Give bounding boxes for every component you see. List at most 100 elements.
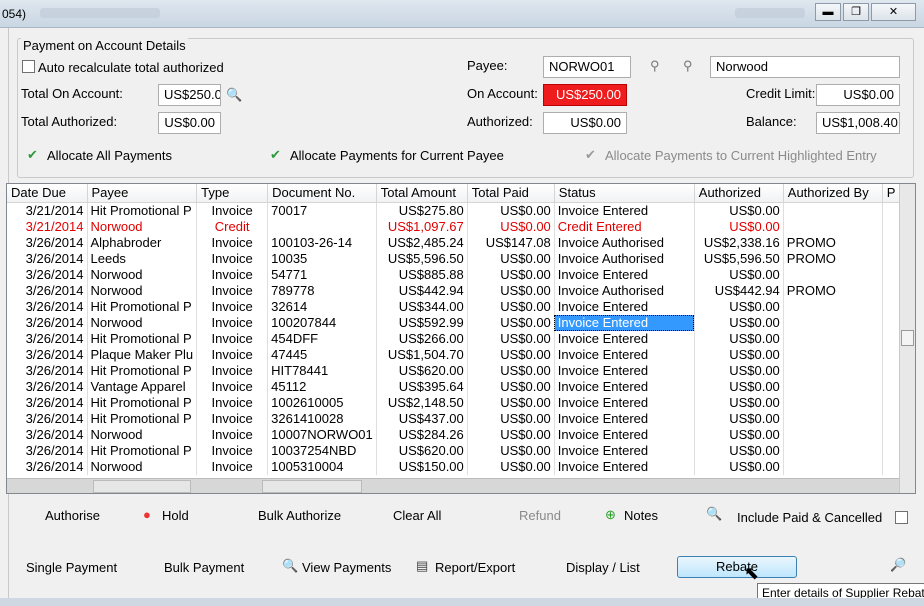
table-cell[interactable]: Invoice — [196, 314, 269, 331]
table-cell[interactable]: 32614 — [267, 298, 377, 315]
table-cell[interactable]: Norwood — [87, 282, 198, 299]
table-cell[interactable]: Alphabroder — [87, 234, 198, 251]
table-cell[interactable]: Invoice Entered — [554, 458, 695, 475]
table-cell[interactable]: US$442.94 — [694, 282, 784, 299]
include-paid-checkbox[interactable] — [895, 511, 908, 524]
table-cell[interactable]: US$147.08 — [467, 234, 555, 251]
table-cell[interactable]: US$1,504.70 — [376, 346, 468, 363]
table-cell[interactable]: PROMO — [783, 234, 883, 251]
column-header[interactable]: Document No. — [267, 184, 377, 203]
table-cell[interactable]: 1005310004 — [267, 458, 377, 475]
table-cell[interactable]: US$266.00 — [376, 330, 468, 347]
table-cell[interactable]: Hit Promotional P — [87, 202, 198, 219]
column-header[interactable]: Payee — [87, 184, 198, 203]
table-cell[interactable]: PROMO — [783, 250, 883, 267]
table-cell[interactable]: US$0.00 — [694, 394, 784, 411]
table-cell[interactable] — [783, 218, 883, 235]
table-cell[interactable]: 3/26/2014 — [7, 346, 88, 363]
vertical-scrollbar[interactable] — [899, 184, 915, 493]
bulk-authorize-button[interactable]: Bulk Authorize — [258, 508, 341, 523]
total-authorized-field[interactable]: US$0.00 — [158, 112, 221, 134]
table-cell[interactable]: Invoice — [196, 298, 269, 315]
table-cell[interactable]: Invoice — [196, 426, 269, 443]
table-cell[interactable] — [783, 362, 883, 379]
table-cell[interactable]: US$275.80 — [376, 202, 468, 219]
auto-recalc-checkbox[interactable] — [22, 60, 35, 73]
table-cell[interactable]: Norwood — [87, 218, 198, 235]
table-cell[interactable]: 3/26/2014 — [7, 426, 88, 443]
table-cell[interactable]: US$592.99 — [376, 314, 468, 331]
table-cell[interactable]: US$0.00 — [467, 346, 555, 363]
column-header[interactable]: Total Paid — [467, 184, 555, 203]
table-cell[interactable]: Credit Entered — [554, 218, 695, 235]
table-cell[interactable]: Hit Promotional P — [87, 410, 198, 427]
payee-code-field[interactable]: NORWO01 — [543, 56, 631, 78]
table-cell[interactable]: Invoice — [196, 250, 269, 267]
table-cell[interactable]: US$2,338.16 — [694, 234, 784, 251]
table-cell[interactable]: US$0.00 — [467, 378, 555, 395]
table-cell[interactable] — [267, 218, 377, 235]
invoice-grid[interactable]: Date Due Payee Type Document No. Total Amoun… — [6, 183, 916, 494]
table-cell[interactable]: US$0.00 — [694, 458, 784, 475]
table-cell[interactable]: Invoice Entered — [554, 314, 695, 331]
table-cell[interactable]: US$0.00 — [694, 362, 784, 379]
payee-search-icon[interactable]: ⚲ — [650, 59, 660, 73]
table-cell[interactable]: US$620.00 — [376, 442, 468, 459]
table-row[interactable]: 3/26/2014 Norwood Invoice 54771 US$885.88 US$… — [7, 266, 905, 283]
table-row[interactable]: 3/26/2014 Norwood Invoice 789778 US$442.94 US… — [7, 282, 905, 299]
view-payments-button[interactable]: View Payments — [302, 560, 391, 575]
table-cell[interactable]: Hit Promotional P — [87, 394, 198, 411]
table-cell[interactable]: US$284.26 — [376, 426, 468, 443]
table-cell[interactable]: US$0.00 — [467, 330, 555, 347]
table-cell[interactable]: Leeds — [87, 250, 198, 267]
payee-column-scrollbar[interactable] — [93, 480, 191, 493]
table-cell[interactable]: Invoice — [196, 234, 269, 251]
table-cell[interactable]: Invoice — [196, 202, 269, 219]
payee-name-field[interactable]: Norwood — [710, 56, 900, 78]
table-row[interactable]: 3/26/2014 Plaque Maker Plu Invoice 47445 US$… — [7, 346, 905, 363]
table-cell[interactable]: Invoice — [196, 362, 269, 379]
display-list-button[interactable]: Display / List — [566, 560, 640, 575]
table-cell[interactable]: 3/26/2014 — [7, 266, 88, 283]
zoom-icon[interactable]: 🔎 — [890, 558, 906, 572]
table-row[interactable]: 3/26/2014 Alphabroder Invoice 100103-26-14 U… — [7, 234, 905, 251]
table-cell[interactable]: US$0.00 — [694, 346, 784, 363]
table-cell[interactable]: Norwood — [87, 266, 198, 283]
table-cell[interactable]: US$0.00 — [467, 458, 555, 475]
table-cell[interactable]: Norwood — [87, 426, 198, 443]
table-cell[interactable]: Invoice Entered — [554, 202, 695, 219]
table-cell[interactable]: US$0.00 — [467, 442, 555, 459]
close-button[interactable]: ✕ — [871, 3, 916, 21]
table-row[interactable]: 3/26/2014 Hit Promotional P Invoice 454DFF U… — [7, 330, 905, 347]
table-cell[interactable]: 3/26/2014 — [7, 362, 88, 379]
document-column-scrollbar[interactable] — [262, 480, 362, 493]
table-cell[interactable] — [783, 378, 883, 395]
payee-name-search-icon[interactable]: ⚲ — [683, 59, 693, 73]
table-cell[interactable]: Invoice Authorised — [554, 282, 695, 299]
table-cell[interactable]: 3/26/2014 — [7, 442, 88, 459]
table-cell[interactable]: Invoice Entered — [554, 266, 695, 283]
table-cell[interactable]: Plaque Maker Plu — [87, 346, 198, 363]
table-cell[interactable]: Credit — [196, 218, 269, 235]
table-cell[interactable]: US$0.00 — [467, 266, 555, 283]
allocate-highlighted-button[interactable]: Allocate Payments to Current Highlighted… — [605, 148, 877, 163]
table-cell[interactable]: US$2,485.24 — [376, 234, 468, 251]
table-cell[interactable]: Invoice Authorised — [554, 250, 695, 267]
table-cell[interactable]: Norwood — [87, 314, 198, 331]
table-cell[interactable]: US$0.00 — [467, 362, 555, 379]
table-cell[interactable]: US$395.64 — [376, 378, 468, 395]
table-cell[interactable]: Invoice — [196, 266, 269, 283]
minimize-button[interactable]: ▬ — [815, 3, 841, 21]
table-cell[interactable]: US$620.00 — [376, 362, 468, 379]
table-cell[interactable]: US$344.00 — [376, 298, 468, 315]
table-cell[interactable]: US$0.00 — [694, 410, 784, 427]
table-cell[interactable]: US$0.00 — [694, 266, 784, 283]
column-header[interactable]: Authorized By — [783, 184, 883, 203]
table-cell[interactable]: US$0.00 — [467, 410, 555, 427]
column-header[interactable]: Authorized — [694, 184, 784, 203]
table-cell[interactable]: Invoice — [196, 458, 269, 475]
table-cell[interactable]: Hit Promotional P — [87, 362, 198, 379]
table-cell[interactable]: Norwood — [87, 458, 198, 475]
table-row[interactable]: 3/21/2014 Hit Promotional P Invoice 70017 US… — [7, 202, 905, 219]
table-cell[interactable]: Hit Promotional P — [87, 330, 198, 347]
